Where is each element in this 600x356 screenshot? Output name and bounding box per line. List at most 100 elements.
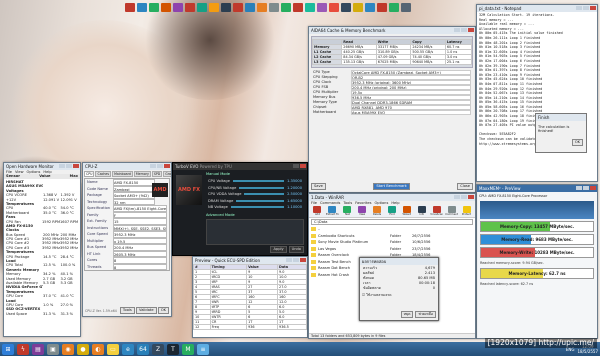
toolbar-button[interactable]: Add [311,206,324,216]
window-controls[interactable] [454,28,474,32]
winrar-status: Total 13 folders and 653,809 bytes in 9 … [309,333,475,338]
benchmark-dialog: ผลการทดสอบ ความเร็ว 4,679 ผลลัพธ์ 2.413 ทั้ง… [359,257,439,321]
toolbar-button[interactable]: Info [415,206,428,216]
flash-icon[interactable]: ϟ [17,343,29,355]
apply-button[interactable]: Apply [270,246,287,253]
turbo-icon[interactable]: T [167,343,179,355]
toolbar-app-icon[interactable] [161,3,171,12]
chrome-icon[interactable]: ● [77,343,89,355]
menu-item[interactable]: Help [391,201,399,205]
voltage-slider[interactable] [236,199,285,202]
window-controls[interactable] [59,164,79,168]
toolbar-app-icon[interactable] [293,3,303,12]
start-icon[interactable]: ⊞ [2,343,14,355]
window-controls[interactable] [454,195,474,199]
validate-button[interactable]: Validate [136,307,157,314]
toolbar-app-icon[interactable] [137,3,147,12]
toolbar-app-icon[interactable] [317,3,327,12]
ie-icon[interactable]: e [122,343,134,355]
media-icon[interactable]: ▣ [47,343,59,355]
cpuz-icon[interactable]: Z [152,343,164,355]
stop-button[interactable]: หยุด [400,311,414,318]
explorer-icon[interactable]: ▭ [107,343,119,355]
toolbar-app-icon[interactable] [233,3,243,12]
maxx-icon[interactable]: M [182,343,194,355]
toolbar-app-icon[interactable] [353,3,363,12]
toolbar-button[interactable]: Find [386,206,399,216]
menu-item[interactable]: Tools [343,201,352,205]
turbov-window: TurboV EVO Powered by TPU AMD FX Manual … [172,162,308,256]
voltage-slider[interactable] [244,193,285,195]
menu-item[interactable]: Favorites [355,201,371,205]
window-controls[interactable] [286,258,306,262]
firefox-icon[interactable]: ◐ [92,343,104,355]
toolbar-button[interactable]: Test [341,206,354,216]
tab-caches[interactable]: Caches [95,171,112,177]
menu-item[interactable]: Options [374,201,388,205]
tree-row[interactable]: Used Space 31.3 % 31.3 % [6,312,78,316]
toolbar-app-icon[interactable] [389,3,399,12]
toolbar-button[interactable]: Delete [371,206,384,216]
tab-graphics[interactable]: Graphics [163,171,171,177]
tab-memory[interactable]: Memory [133,171,151,177]
menu-item[interactable]: Commands [320,201,340,205]
toolbar-app-icon[interactable] [185,3,195,12]
window-controls[interactable] [576,186,596,190]
voltage-slider[interactable] [232,180,285,182]
voltage-slider[interactable] [230,206,285,208]
help-button[interactable]: ช่วยเหลือ [415,311,436,318]
info-value: Asus M5A99X EVO [351,110,471,115]
notepad-icon[interactable]: ≡ [197,343,209,355]
toolbar-button[interactable]: View [356,206,369,216]
toolbar-app-icon[interactable] [377,3,387,12]
window-controls[interactable] [576,6,596,10]
toolbar-label: Protect [461,213,472,216]
aida-icon[interactable]: 64 [137,343,149,355]
toolbar-app-icon[interactable] [209,3,219,12]
toolbar-button[interactable]: Protect [460,206,473,216]
toolbar-icon [447,206,456,213]
toolbar-button[interactable]: Wizard [400,206,413,216]
ok-button[interactable]: OK [571,139,583,146]
toolbar-app-icon[interactable] [125,3,135,12]
save-button[interactable]: Save [311,183,326,190]
ok-button[interactable]: OK [157,307,169,314]
tools-button[interactable]: Tools [119,307,135,314]
toolbar-app-icon[interactable] [281,3,291,12]
toolbar-app-icon[interactable] [329,3,339,12]
start-benchmark-button[interactable]: Start Benchmark [373,183,410,190]
tab-mainboard[interactable]: Mainboard [112,171,133,177]
multithread-option[interactable]: ☑ ใช้งานหลายเธรด [360,292,438,299]
close-button[interactable]: Close [457,183,473,190]
toolbar-app-icon[interactable] [221,3,231,12]
toolbar-app-icon[interactable] [197,3,207,12]
voltage-row[interactable]: NB Voltage 1.10000 [206,204,304,211]
tab-spd[interactable]: SPD [151,171,163,177]
undo-button[interactable]: Undo [288,246,304,253]
winrar-icon[interactable]: ▤ [32,343,44,355]
toolbar-app-icon[interactable] [257,3,267,12]
path-bar[interactable]: C:\Data [311,219,473,225]
toolbar-app-icon[interactable] [173,3,183,12]
hwmon-icon[interactable]: ◉ [62,343,74,355]
window-controls[interactable] [150,164,170,168]
turbov-advanced[interactable]: Advanced Mode [206,213,235,217]
toolbar-button[interactable]: Comment [445,206,458,216]
toolbar-app-icon[interactable] [305,3,315,12]
tab-cpu[interactable]: CPU [84,171,95,177]
folder-icon [311,253,316,257]
window-controls[interactable] [293,164,306,168]
toolbar-app-icon[interactable] [401,3,411,12]
toolbar-app-icon[interactable] [245,3,255,12]
toolbar-button[interactable]: Extract To [326,206,339,216]
menu-item[interactable]: File [311,201,317,205]
voltage-slider[interactable] [239,186,285,189]
toolbar-app-icon[interactable] [365,3,375,12]
toolbar-app-icon[interactable] [149,3,159,12]
toolbar-app-icon[interactable] [269,3,279,12]
toolbar-button[interactable]: VirusScan [430,206,443,216]
aida64-title: AIDA64 Cache & Memory Benchmark [309,27,475,34]
folder-icon [311,259,316,264]
toolbar-app-icon[interactable] [341,3,351,12]
aida64-window: AIDA64 Cache & Memory Benchmark Read Writ… [308,26,476,193]
